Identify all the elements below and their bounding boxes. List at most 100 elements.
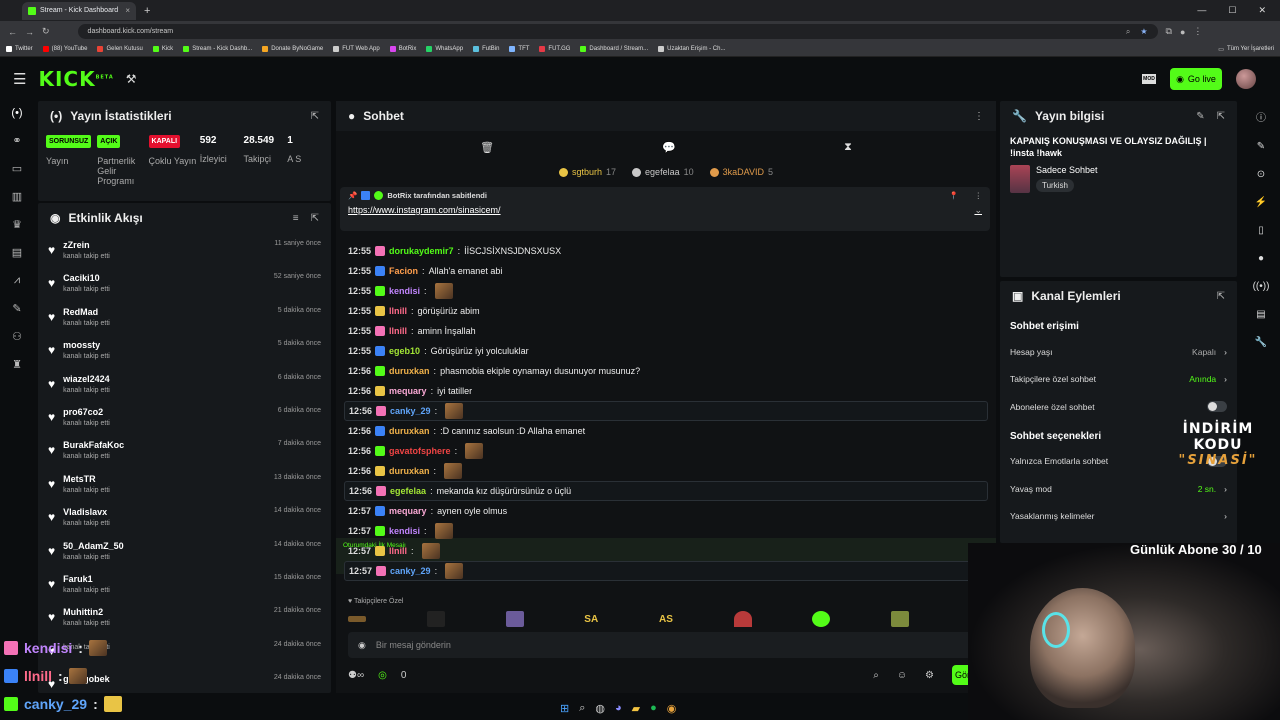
bookmark-item[interactable]: Uzaktan Erişim - Ch... — [658, 46, 725, 52]
back-icon[interactable]: ← — [8, 27, 17, 37]
message-username[interactable]: duruxkan — [389, 466, 430, 476]
message-username[interactable]: duruxkan — [389, 426, 430, 436]
bolt-icon[interactable]: ⚡ — [1255, 197, 1267, 208]
leaderboard-entry[interactable]: sgtburh 17 — [559, 167, 616, 177]
emote-picker-icon[interactable]: ☺ — [897, 670, 907, 681]
message-username[interactable]: canky_29 — [390, 566, 431, 576]
follower-name[interactable]: Caciki10 — [63, 273, 110, 283]
chat-message[interactable]: 12:55 kendisi: — [344, 281, 988, 301]
activity-item[interactable]: ♥ pro67co2 kanalı takip etti 6 dakika önce — [38, 400, 331, 433]
activity-item[interactable]: ♥ moossty kanalı takip etti 5 dakika önce — [38, 333, 331, 366]
close-tab-icon[interactable]: × — [125, 6, 130, 15]
message-username[interactable]: llnill — [389, 546, 407, 556]
bookmark-item[interactable]: FUT Web App — [333, 46, 380, 52]
message-username[interactable]: egefelaa — [390, 486, 426, 496]
chat-message[interactable]: 12:55 llnill: aminn İnşallah — [344, 321, 988, 341]
folder-icon[interactable]: ▰ — [632, 702, 640, 715]
hamburger-menu-icon[interactable]: ☰ — [13, 70, 26, 88]
pinned-link[interactable]: https://www.instagram.com/sinasicem/ — [348, 205, 501, 216]
analytics-nav-icon[interactable]: ▥ — [12, 190, 22, 203]
edit-icon[interactable]: ✎ — [1196, 111, 1204, 122]
follower-name[interactable]: zZrein — [63, 240, 110, 250]
chevron-down-icon[interactable]: ⌄ — [974, 205, 982, 216]
chat-message[interactable]: 12:57 canky_29: — [344, 561, 988, 581]
follower-name[interactable]: wiazel2424 — [63, 374, 110, 384]
maximize-icon[interactable]: ☐ — [1228, 5, 1236, 16]
message-username[interactable]: kendisi — [389, 526, 420, 536]
emote-sa[interactable]: SA — [584, 614, 598, 625]
emote-icon[interactable] — [505, 611, 524, 627]
message-username[interactable]: dorukaydemir7 — [389, 246, 454, 256]
growth-nav-icon[interactable]: ⩘ — [14, 274, 20, 287]
follower-name[interactable]: Faruk1 — [63, 574, 110, 584]
pencil-icon[interactable]: ✎ — [1257, 141, 1265, 152]
follower-name[interactable]: RedMad — [63, 307, 110, 317]
chat-menu-icon[interactable]: ⋮ — [974, 111, 984, 122]
toggle-switch[interactable] — [1207, 401, 1227, 413]
activity-item[interactable]: ♥ Caciki10 kanalı takip etti 52 saniye önce — [38, 266, 331, 299]
windows-start-icon[interactable]: ⊞ — [560, 702, 569, 715]
app-icon[interactable]: ◍ — [595, 702, 605, 715]
chat-message[interactable]: 12:55 dorukaydemir7: İİSCJSİXNSJDNSXUSX — [344, 241, 988, 261]
bookmark-item[interactable]: BotRix — [389, 46, 416, 52]
extensions-icon[interactable]: ⧉ — [1166, 26, 1172, 37]
bookmark-item[interactable]: WhatsApp — [426, 46, 463, 52]
follower-name[interactable]: Vladislavx — [63, 507, 110, 517]
browser-menu-icon[interactable]: ⋮ — [1193, 26, 1202, 37]
zoom-icon[interactable]: ⌕ — [1126, 27, 1130, 37]
new-tab-icon[interactable]: + — [144, 5, 150, 17]
bookmark-item[interactable]: Kick — [152, 46, 173, 52]
target-icon[interactable]: ⊙ — [1257, 169, 1265, 180]
trash-icon[interactable]: 🗑 — [480, 141, 494, 154]
url-field[interactable]: dashboard.kick.com/stream ⌕ ★ — [77, 24, 1158, 39]
chat-bubble-icon[interactable]: ● — [1258, 253, 1264, 264]
emote-icon[interactable] — [426, 611, 445, 627]
message-username[interactable]: egeb10 — [389, 346, 420, 356]
chevron-right-icon[interactable]: › — [1224, 484, 1227, 494]
filter-icon[interactable]: ≡ — [293, 213, 299, 224]
activity-item[interactable]: ♥ MetsTR kanalı takip etti 13 dakika önce — [38, 467, 331, 500]
emoji-icon[interactable]: ◉ — [358, 640, 366, 651]
message-username[interactable]: mequary — [389, 386, 427, 396]
layout-icon[interactable]: ▤ — [1256, 309, 1265, 320]
users-nav-icon[interactable]: ⚇ — [12, 330, 22, 343]
chat-message[interactable]: 12:56 egefelaa: mekanda kız düşürürsünüz o… — [344, 481, 988, 501]
activity-item[interactable]: ♥ wiazel2424 kanalı takip etti 6 dakika önc… — [38, 367, 331, 400]
activity-item[interactable]: ♥ Vladislavx kanalı takip etti 14 dakika ön… — [38, 500, 331, 533]
channel-option-row[interactable]: Yasaklanmış kelimeler › — [1000, 503, 1237, 531]
follower-name[interactable]: BurakFafaKoc — [63, 440, 124, 450]
settings-icon[interactable]: ⚙ — [925, 670, 934, 681]
hammer-icon[interactable]: ⚒ — [126, 72, 137, 86]
chevron-right-icon[interactable]: › — [1224, 347, 1227, 357]
info-icon[interactable]: ⓘ — [1256, 109, 1266, 124]
bookmark-item[interactable]: Stream - Kick Dashb... — [183, 46, 252, 52]
follower-name[interactable]: Muhittin2 — [63, 607, 110, 617]
go-live-button[interactable]: ◉ Go live — [1170, 68, 1222, 90]
message-username[interactable]: canky_29 — [390, 406, 431, 416]
document-icon[interactable]: ▯ — [1258, 225, 1264, 236]
chat-message[interactable]: 12:55 Facion: Allah'a emanet abi — [344, 261, 988, 281]
chat-message[interactable]: 12:57 mequary: aynen oyle olmus — [344, 501, 988, 521]
emote-as[interactable]: AS — [659, 614, 673, 625]
chat-bubble-icon[interactable]: 💬 — [662, 141, 676, 154]
search-icon[interactable]: ⌕ — [579, 702, 585, 715]
follower-name[interactable]: moossty — [63, 340, 110, 350]
bookmark-item[interactable]: TFT — [509, 46, 529, 52]
discord-icon[interactable]: ◕ — [615, 702, 622, 714]
unpin-icon[interactable]: 📍 — [949, 191, 958, 200]
popout-icon[interactable]: ⇱ — [311, 111, 319, 122]
reload-icon[interactable]: ↻ — [42, 26, 50, 37]
chrome-icon[interactable]: ◉ — [667, 702, 677, 715]
emote-icon[interactable] — [733, 611, 752, 627]
message-username[interactable]: llnill — [389, 326, 407, 336]
popout-icon[interactable]: ⇱ — [311, 213, 319, 224]
spotify-icon[interactable]: ● — [650, 702, 657, 714]
message-username[interactable]: Facion — [389, 266, 418, 276]
bookmark-item[interactable]: (88) YouTube — [42, 46, 87, 52]
community-nav-icon[interactable]: ♜ — [12, 358, 22, 371]
activity-item[interactable]: ♥ Muhittin2 kanalı takip etti 21 dakika önc… — [38, 600, 331, 633]
bookmark-item[interactable]: Twitter — [6, 46, 33, 52]
wrench-icon[interactable]: 🔧 — [1255, 337, 1267, 348]
bookmark-item[interactable]: FUT.GG — [539, 46, 570, 52]
bookmark-item[interactable]: Dashboard / Stream... — [580, 46, 648, 52]
